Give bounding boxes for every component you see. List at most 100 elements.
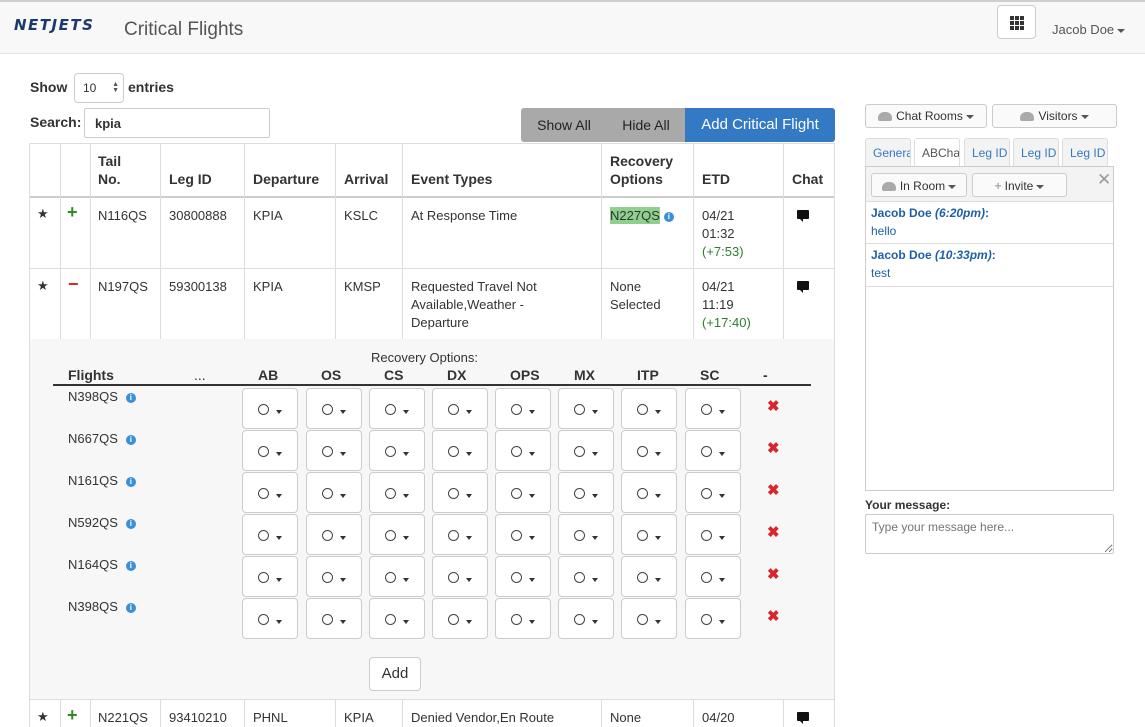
header-etd[interactable]: ETD [702,170,730,188]
hide-all-button[interactable]: Hide All [607,108,685,142]
option-select-ops[interactable] [495,472,551,513]
expand-icon[interactable]: + [67,705,78,726]
option-select-ops[interactable] [495,514,551,555]
option-select-mx[interactable] [558,556,614,597]
info-icon[interactable]: i [125,561,136,571]
remove-icon[interactable]: ✖ [767,523,780,541]
info-icon[interactable]: i [125,393,136,403]
option-select-ops[interactable] [495,598,551,639]
remove-icon[interactable]: ✖ [767,439,780,457]
option-select-ops[interactable] [495,430,551,471]
star-icon[interactable]: ★ [37,206,49,222]
option-select-dx[interactable] [432,388,488,429]
show-all-button[interactable]: Show All [521,108,607,142]
option-select-itp[interactable] [621,556,677,597]
header-tail[interactable]: Tail No. [98,152,121,188]
option-select-ab[interactable] [242,514,298,555]
option-select-cs[interactable] [369,514,425,555]
option-select-mx[interactable] [558,388,614,429]
visitors-button[interactable]: Visitors [992,104,1117,128]
remove-icon[interactable]: ✖ [767,565,780,583]
option-select-itp[interactable] [621,430,677,471]
option-select-mx[interactable] [558,472,614,513]
remove-icon[interactable]: ✖ [767,481,780,499]
option-select-sc[interactable] [685,598,741,639]
chat-icon[interactable] [797,210,809,222]
option-select-mx[interactable] [558,430,614,471]
option-select-mx[interactable] [558,514,614,555]
in-room-button[interactable]: In Room [871,173,967,197]
option-select-dx[interactable] [432,472,488,513]
chat-rooms-button[interactable]: Chat Rooms [865,104,987,128]
header-event-types[interactable]: Event Types [411,170,492,188]
tab-leg-id-3[interactable]: Leg ID [1062,138,1108,167]
tab-general[interactable]: General [865,138,911,167]
option-select-sc[interactable] [685,472,741,513]
star-icon[interactable]: ★ [37,709,49,725]
option-select-cs[interactable] [369,472,425,513]
remove-icon[interactable]: ✖ [767,397,780,415]
entries-select[interactable]: 10 ▲ ▼ [74,73,124,103]
option-select-cs[interactable] [369,388,425,429]
chat-icon[interactable] [797,281,809,293]
option-select-cs[interactable] [369,430,425,471]
option-select-itp[interactable] [621,598,677,639]
option-select-os[interactable] [306,388,362,429]
collapse-icon[interactable]: − [68,274,79,295]
option-select-ab[interactable] [242,430,298,471]
header-departure[interactable]: Departure [253,170,319,188]
option-select-itp[interactable] [621,472,677,513]
option-select-os[interactable] [306,556,362,597]
option-select-cs[interactable] [369,598,425,639]
info-icon[interactable]: i [125,603,136,613]
message-input[interactable] [865,514,1114,554]
search-input[interactable]: kpia [84,108,270,138]
option-select-ops[interactable] [495,556,551,597]
info-icon[interactable]: i [125,519,136,529]
option-select-cs[interactable] [369,556,425,597]
option-select-os[interactable] [306,430,362,471]
option-select-ab[interactable] [242,598,298,639]
expand-icon[interactable]: + [67,202,78,223]
option-select-os[interactable] [306,598,362,639]
chat-icon[interactable] [797,712,809,724]
option-select-sc[interactable] [685,556,741,597]
option-select-dx[interactable] [432,598,488,639]
tab-leg-id-1[interactable]: Leg ID [964,138,1010,167]
invite-button[interactable]: + Invite [972,173,1067,197]
tab-abchat[interactable]: ABChat [914,138,960,167]
option-select-sc[interactable] [685,514,741,555]
option-select-itp[interactable] [621,388,677,429]
add-recovery-button[interactable]: Add [369,657,421,691]
header-arrival[interactable]: Arrival [344,170,388,188]
col-more[interactable]: ... [194,367,206,383]
add-critical-flight-button[interactable]: Add Critical Flight [685,108,835,142]
info-icon[interactable]: i [125,435,136,445]
recovery-option[interactable]: N227QS i [610,207,674,225]
option-select-ops[interactable] [495,388,551,429]
option-select-os[interactable] [306,472,362,513]
user-menu[interactable]: Jacob Doe [1052,22,1126,37]
tab-leg-id-2[interactable]: Leg ID [1013,138,1059,167]
option-select-mx[interactable] [558,598,614,639]
remove-icon[interactable]: ✖ [767,607,780,625]
header-chat[interactable]: Chat [792,170,823,188]
option-select-ab[interactable] [242,556,298,597]
option-select-dx[interactable] [432,556,488,597]
option-select-itp[interactable] [621,514,677,555]
info-icon[interactable]: i [125,477,136,487]
close-icon[interactable]: ✕ [1097,170,1111,190]
header-leg-id[interactable]: Leg ID [169,170,212,188]
apps-grid-button[interactable] [997,5,1036,39]
option-select-sc[interactable] [685,388,741,429]
option-select-dx[interactable] [432,514,488,555]
option-select-dx[interactable] [432,430,488,471]
option-select-os[interactable] [306,514,362,555]
star-icon[interactable]: ★ [37,278,49,294]
option-select-sc[interactable] [685,430,741,471]
option-select-ab[interactable] [242,472,298,513]
option-select-ab[interactable] [242,388,298,429]
info-icon[interactable]: i [663,212,674,222]
brand-logo[interactable]: NETJETS [14,16,94,34]
header-recovery-options[interactable]: Recovery Options [610,152,673,188]
